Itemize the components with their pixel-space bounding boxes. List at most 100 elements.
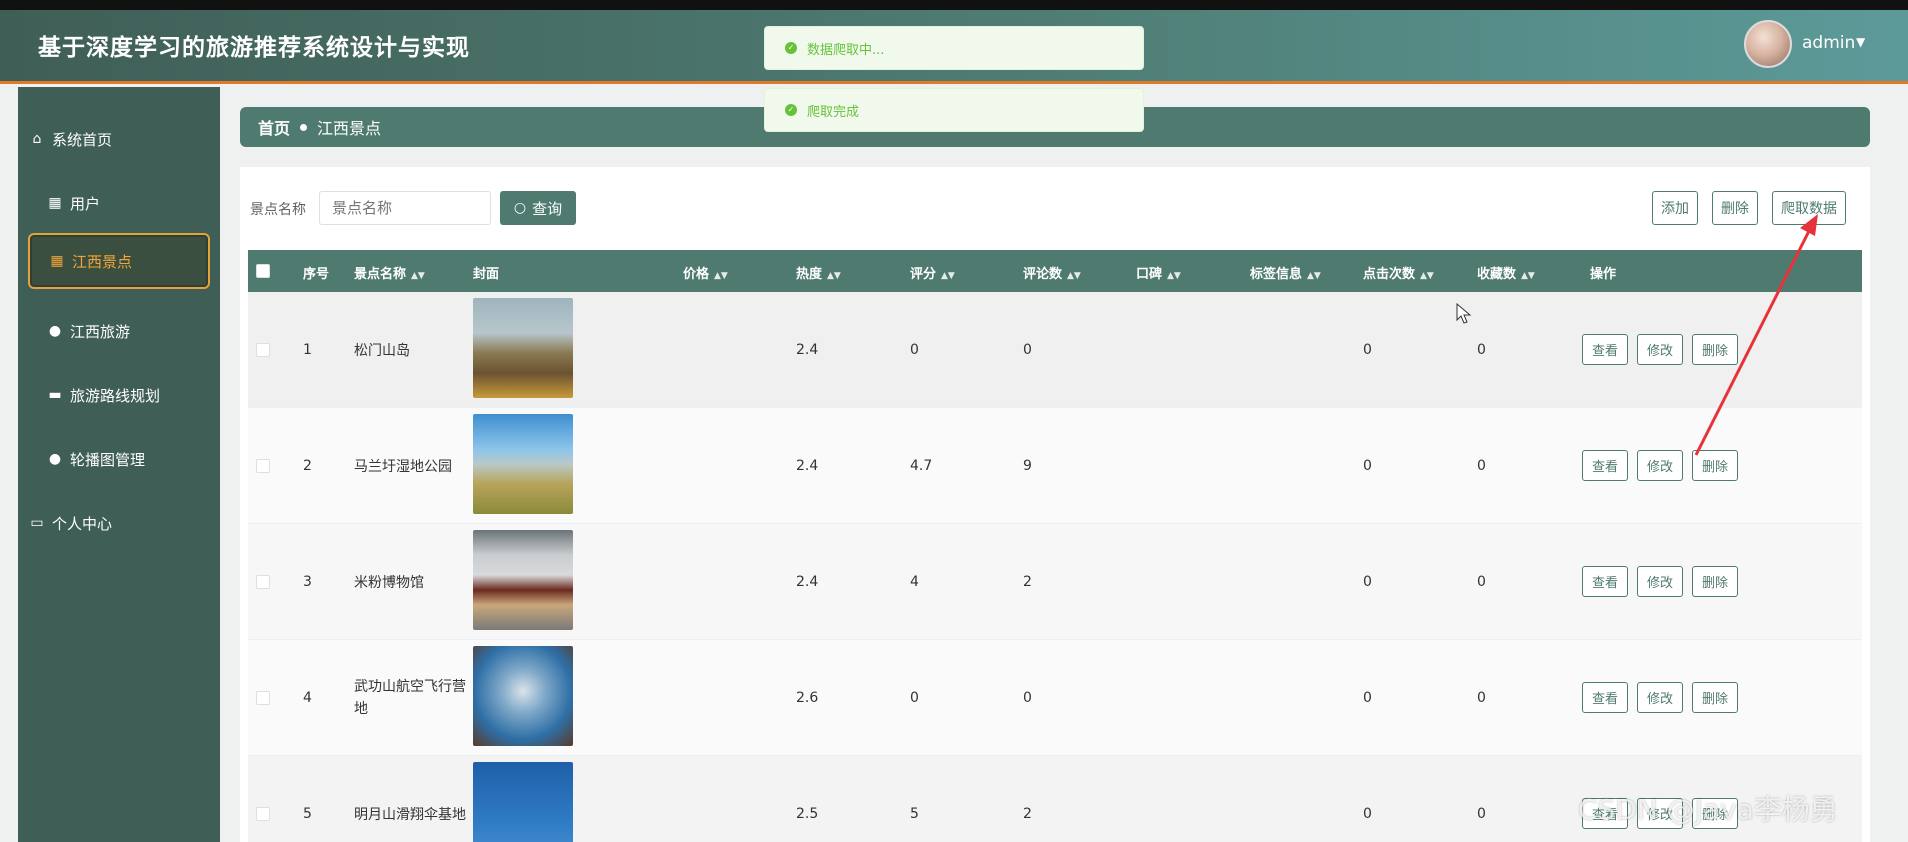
col-actions: 操作 <box>1590 267 1617 282</box>
sidebar: ⌂ 系统首页 ▦ 用户 ▦ 江西景点 ● 江西旅游 ▬ 旅游路线规划 ● 轮播图… <box>18 87 220 842</box>
add-button[interactable]: 添加 <box>1652 191 1698 225</box>
sidebar-item-jiangxi-travel[interactable]: ● 江西旅游 <box>28 303 210 359</box>
sort-icon[interactable]: ▲▼ <box>1067 271 1081 281</box>
col-comments[interactable]: 评论数 ▲▼ <box>1023 263 1081 282</box>
cell-comments: 2 <box>1023 573 1032 590</box>
crawl-data-button[interactable]: 爬取数据 <box>1772 191 1846 225</box>
edit-button[interactable]: 修改 <box>1637 334 1684 365</box>
search-input[interactable] <box>319 191 491 225</box>
search-button[interactable]: ○ 查询 <box>500 191 576 225</box>
view-button[interactable]: 查看 <box>1582 566 1629 597</box>
col-score-label: 评分 <box>910 267 937 282</box>
cell-index: 4 <box>303 689 312 706</box>
edit-button[interactable]: 修改 <box>1637 566 1684 597</box>
search-button-label: 查询 <box>532 199 563 218</box>
toast-crawl-done: ✓ 爬取完成 <box>764 88 1144 132</box>
sidebar-item-label: 个人中心 <box>52 514 113 533</box>
row-delete-button[interactable]: 删除 <box>1692 682 1739 713</box>
cover-image <box>473 530 573 630</box>
user-name[interactable]: admin <box>1802 33 1855 53</box>
card-icon: ▭ <box>30 515 44 531</box>
edit-button[interactable]: 修改 <box>1637 682 1684 713</box>
col-clicks[interactable]: 点击次数 ▲▼ <box>1363 263 1434 282</box>
person-icon: ● <box>48 323 62 339</box>
col-heat[interactable]: 热度 ▲▼ <box>796 263 841 282</box>
row-delete-button[interactable]: 删除 <box>1692 566 1739 597</box>
table-row: 2 马兰圩湿地公园 2.4 4.7 9 0 0 查看 修改 删除 <box>248 408 1862 524</box>
view-button[interactable]: 查看 <box>1582 334 1629 365</box>
sidebar-item-route-planning[interactable]: ▬ 旅游路线规划 <box>28 367 210 423</box>
sort-icon[interactable]: ▲▼ <box>941 271 955 281</box>
cell-clicks: 0 <box>1363 341 1372 358</box>
table-header: 序号 景点名称 ▲▼ 封面 价格 ▲▼ 热度 ▲▼ 评分 ▲▼ 评论数 ▲▼ 口碑 ▲▼ 标… <box>248 250 1862 292</box>
delete-button[interactable]: 删除 <box>1712 191 1758 225</box>
cover-image <box>473 298 573 398</box>
user-avatar[interactable] <box>1744 20 1792 68</box>
sidebar-item-jiangxi-spots[interactable]: ▦ 江西景点 <box>28 233 210 289</box>
sidebar-item-users[interactable]: ▦ 用户 <box>28 175 210 231</box>
cell-heat: 2.6 <box>796 689 819 706</box>
cell-comments: 2 <box>1023 805 1032 822</box>
cell-comments: 9 <box>1023 457 1032 474</box>
search-label: 景点名称 <box>250 202 306 218</box>
sidebar-item-carousel[interactable]: ● 轮播图管理 <box>28 431 210 487</box>
cell-clicks: 0 <box>1363 689 1372 706</box>
col-price[interactable]: 价格 ▲▼ <box>683 263 728 282</box>
sort-icon[interactable]: ▲▼ <box>1521 271 1535 281</box>
edit-button[interactable]: 修改 <box>1637 450 1684 481</box>
table-row: 1 松门山岛 2.4 0 0 0 0 查看 修改 删除 <box>248 292 1862 408</box>
view-button[interactable]: 查看 <box>1582 450 1629 481</box>
home-icon: ⌂ <box>32 131 42 147</box>
row-checkbox[interactable] <box>256 575 270 589</box>
col-favorites[interactable]: 收藏数 ▲▼ <box>1477 263 1535 282</box>
grid-icon: ▦ <box>50 253 64 269</box>
cover-image <box>473 414 573 514</box>
row-checkbox[interactable] <box>256 343 270 357</box>
cell-comments: 0 <box>1023 341 1032 358</box>
sort-icon[interactable]: ▲▼ <box>827 271 841 281</box>
success-icon: ✓ <box>785 42 797 54</box>
view-button[interactable]: 查看 <box>1582 682 1629 713</box>
sidebar-item-profile[interactable]: ▭ 个人中心 <box>28 495 210 551</box>
cell-name: 松门山岛 <box>354 342 410 359</box>
row-checkbox[interactable] <box>256 691 270 705</box>
sort-icon[interactable]: ▲▼ <box>1420 271 1434 281</box>
sort-icon[interactable]: ▲▼ <box>1307 271 1321 281</box>
table-row: 3 米粉博物馆 2.4 4 2 0 0 查看 修改 删除 <box>248 524 1862 640</box>
cell-heat: 2.4 <box>796 341 819 358</box>
chevron-down-icon[interactable]: ▼ <box>1856 35 1865 49</box>
row-checkbox[interactable] <box>256 459 270 473</box>
cell-clicks: 0 <box>1363 457 1372 474</box>
cell-favorites: 0 <box>1477 689 1486 706</box>
row-checkbox[interactable] <box>256 807 270 821</box>
cell-name: 米粉博物馆 <box>354 574 424 591</box>
sort-icon[interactable]: ▲▼ <box>714 271 728 281</box>
sidebar-item-home[interactable]: ⌂ 系统首页 <box>28 111 210 167</box>
select-all-checkbox[interactable] <box>256 264 270 278</box>
cell-heat: 2.4 <box>796 457 819 474</box>
row-delete-button[interactable]: 删除 <box>1692 334 1739 365</box>
app-window: { "header": { "title": "基于深度学习的旅游推荐系统设计与… <box>0 0 1908 842</box>
cell-clicks: 0 <box>1363 573 1372 590</box>
breadcrumb-home[interactable]: 首页 <box>258 115 290 139</box>
success-icon: ✓ <box>785 104 797 116</box>
sort-icon[interactable]: ▲▼ <box>1167 271 1181 281</box>
cell-index: 1 <box>303 341 312 358</box>
app-title: 基于深度学习的旅游推荐系统设计与实现 <box>38 35 470 61</box>
cell-favorites: 0 <box>1477 573 1486 590</box>
col-clicks-label: 点击次数 <box>1363 267 1416 282</box>
col-heat-label: 热度 <box>796 267 823 282</box>
cell-name: 明月山滑翔伞基地 <box>354 806 466 823</box>
col-score[interactable]: 评分 ▲▼ <box>910 263 955 282</box>
cell-score: 4.7 <box>910 457 933 474</box>
col-tags[interactable]: 标签信息 ▲▼ <box>1250 263 1321 282</box>
main-panel: 景点名称 ○ 查询 添加 删除 爬取数据 序号 景点名称 ▲▼ 封面 价格 ▲▼ 热… <box>240 167 1870 842</box>
sort-icon[interactable]: ▲▼ <box>411 271 425 281</box>
row-delete-button[interactable]: 删除 <box>1692 450 1739 481</box>
col-price-label: 价格 <box>683 267 710 282</box>
person-icon: ● <box>48 451 62 467</box>
cell-favorites: 0 <box>1477 457 1486 474</box>
cell-score: 4 <box>910 573 919 590</box>
col-reputation[interactable]: 口碑 ▲▼ <box>1136 263 1181 282</box>
col-name[interactable]: 景点名称 ▲▼ <box>354 263 425 282</box>
